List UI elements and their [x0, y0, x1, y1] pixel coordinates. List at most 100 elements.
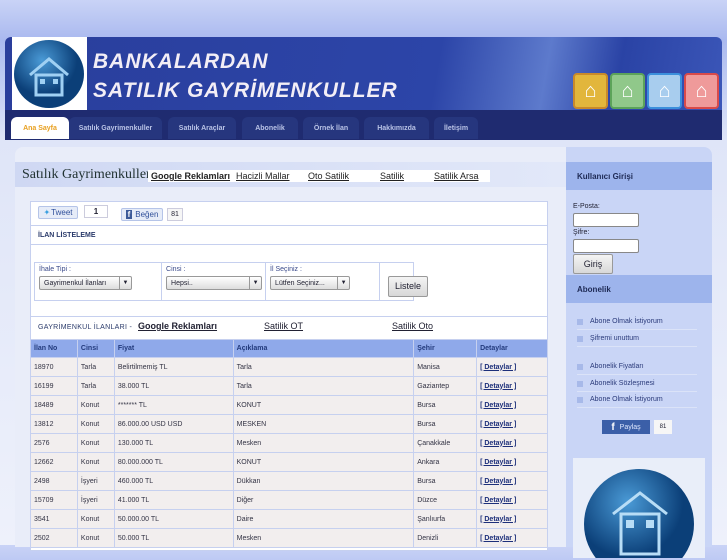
table-cell: Belirtilmemiş TL — [113, 357, 234, 377]
table-cell: 3541 — [30, 509, 78, 529]
like-button[interactable]: f Beğen — [121, 208, 163, 221]
table-cell: 18970 — [30, 357, 78, 377]
tab-ornek-ilan[interactable]: Örnek İlan — [303, 117, 359, 139]
table-cell: [ Detaylar ] — [476, 414, 548, 434]
home-yellow-icon[interactable]: ⌂ — [573, 73, 608, 109]
link-oto-satilik[interactable]: Oto Satilik — [304, 170, 376, 182]
tab-satilik-gayrimenkuller[interactable]: Satılık Gayrimenkuller — [69, 117, 162, 139]
table-cell: [ Detaylar ] — [476, 452, 548, 472]
details-link[interactable]: [ Detaylar ] — [480, 478, 516, 485]
table-cell: [ Detaylar ] — [476, 490, 548, 510]
details-link[interactable]: [ Detaylar ] — [480, 459, 516, 466]
details-link[interactable]: [ Detaylar ] — [480, 516, 516, 523]
table-cell: 16199 — [30, 376, 78, 396]
table-cell: [ Detaylar ] — [476, 376, 548, 396]
link-google-ads[interactable]: Google Reklamları — [148, 170, 232, 182]
tab-abonelik[interactable]: Abonelik — [242, 117, 298, 139]
details-link[interactable]: [ Detaylar ] — [480, 421, 516, 428]
listele-button[interactable]: Listele — [388, 276, 428, 297]
link-hacizli-mallar[interactable]: Hacizli Mallar — [232, 170, 304, 182]
table-cell: 18489 — [30, 395, 78, 415]
table-row: 2576 Konut 130.000 TL Mesken Çanakkale[ Deta… — [30, 433, 548, 453]
tab-hakkimizda[interactable]: Hakkımızda — [364, 117, 429, 139]
home-blue-icon[interactable]: ⌂ — [647, 73, 682, 109]
table-cell: Mesken — [232, 433, 415, 453]
ads-link-satilik-oto[interactable]: Satilik Oto — [392, 321, 433, 331]
table-row: 18489 Konut ******* TL KONUT Bursa[ Detaylar… — [30, 395, 548, 415]
table-cell: Şanlıurfa — [413, 509, 478, 529]
details-link[interactable]: [ Detaylar ] — [480, 402, 516, 409]
table-cell: Konut — [76, 414, 115, 434]
facebook-icon: f — [125, 210, 133, 219]
chevron-down-icon: ▼ — [337, 277, 349, 289]
login-button[interactable]: Giriş — [573, 254, 613, 274]
bullet-icon — [577, 363, 583, 370]
details-link[interactable]: [ Detaylar ] — [480, 440, 516, 447]
table-cell: 2498 — [30, 471, 78, 491]
bullet-icon — [577, 396, 583, 403]
table-row: 18970 Tarla Belirtilmemiş TL Tarla Manisa[ D… — [30, 357, 548, 377]
listings-table: İlan No Cinsi Fiyat Açıklama Şehir Detaylar 1… — [30, 339, 548, 548]
like-count: 81 — [167, 208, 183, 221]
table-cell: KONUT — [232, 395, 415, 415]
table-cell: Düzce — [413, 490, 478, 510]
tab-satilik-araclar[interactable]: Satılık Araçlar — [168, 117, 236, 139]
table-cell: Daire — [232, 509, 415, 529]
password-field[interactable] — [573, 239, 639, 253]
table-cell: [ Detaylar ] — [476, 471, 548, 491]
table-row: 16199 Tarla 38.000 TL Tarla Gaziantep[ Detay… — [30, 376, 548, 396]
site-title-line1: BANKALARDAN — [93, 50, 269, 73]
table-row: 13812 Konut 86.000.00 USD USD MESKEN Bursa[ … — [30, 414, 548, 434]
ads-link-google[interactable]: Google Reklamları — [138, 321, 217, 331]
details-link[interactable]: [ Detaylar ] — [480, 497, 516, 504]
table-cell: Tarla — [232, 376, 415, 396]
link-satilik-arsa[interactable]: Satilik Arsa — [430, 170, 490, 182]
table-cell: Bursa — [413, 471, 478, 491]
table-cell: [ Detaylar ] — [476, 509, 548, 529]
table-cell: Bursa — [413, 395, 478, 415]
sidebar-item-abone-ol-2[interactable]: Abone Olmak İstiyorum — [577, 392, 697, 408]
il-select[interactable]: Lütfen Seçiniz... ▼ — [270, 276, 351, 290]
sidebar-item-abonelik-sozlesmesi[interactable]: Abonelik Sözleşmesi — [577, 376, 697, 392]
share-button[interactable]: f Paylaş — [602, 420, 650, 434]
cinsi-value: Hepsi.. — [171, 279, 193, 287]
tweet-label: Tweet — [51, 208, 73, 217]
password-label: Şifre: — [573, 229, 590, 236]
table-cell: Konut — [76, 452, 115, 472]
sidebar-item-label: Abonelik Fiyatları — [590, 363, 644, 370]
link-satilik[interactable]: Satilik — [376, 170, 430, 182]
sidebar-item-abone-ol[interactable]: Abone Olmak İstiyorum — [577, 314, 697, 330]
table-cell: [ Detaylar ] — [476, 395, 548, 415]
sidebar-item-abonelik-fiyatlari[interactable]: Abonelik Fiyatları — [577, 359, 697, 375]
table-cell: Konut — [76, 395, 115, 415]
table-cell: 38.000 TL — [113, 376, 234, 396]
table-cell: 460.000 TL — [113, 471, 234, 491]
logo[interactable] — [12, 37, 87, 110]
table-cell: Çanakkale — [413, 433, 478, 453]
table-row: 15709 İşyeri 41.000 TL Diğer Düzce[ Detaylar… — [30, 490, 548, 510]
details-link[interactable]: [ Detaylar ] — [480, 535, 516, 542]
email-field[interactable] — [573, 213, 639, 227]
table-cell: Konut — [76, 433, 115, 453]
table-cell: Manisa — [413, 357, 478, 377]
table-cell: İşyeri — [76, 490, 115, 510]
details-link[interactable]: [ Detaylar ] — [480, 383, 516, 390]
chevron-down-icon: ▼ — [119, 277, 131, 289]
ihale-tipi-select[interactable]: Gayrimenkul İlanları ▼ — [39, 276, 132, 290]
table-cell: [ Detaylar ] — [476, 357, 548, 377]
tweet-button[interactable]: ✦ Tweet — [38, 206, 78, 219]
ads-link-satilik-ot[interactable]: Satilik OT — [264, 321, 303, 331]
details-link[interactable]: [ Detaylar ] — [480, 364, 516, 371]
column-header: Şehir — [413, 339, 478, 358]
tab-ana-sayfa[interactable]: Ana Sayfa — [11, 117, 69, 139]
column-header: Fiyat — [113, 339, 234, 358]
table-cell: 130.000 TL — [113, 433, 234, 453]
cinsi-select[interactable]: Hepsi.. ▼ — [166, 276, 263, 290]
table-cell: 86.000.00 USD USD — [113, 414, 234, 434]
home-red-icon[interactable]: ⌂ — [684, 73, 719, 109]
ihale-tipi-label: İhale Tipi : — [39, 266, 71, 273]
sidebar-item-sifremi-unuttum[interactable]: Şifremi unuttum — [577, 331, 697, 347]
cinsi-label: Cinsi : — [166, 266, 186, 273]
home-green-icon[interactable]: ⌂ — [610, 73, 645, 109]
tab-iletisim[interactable]: İletişim — [434, 117, 478, 139]
